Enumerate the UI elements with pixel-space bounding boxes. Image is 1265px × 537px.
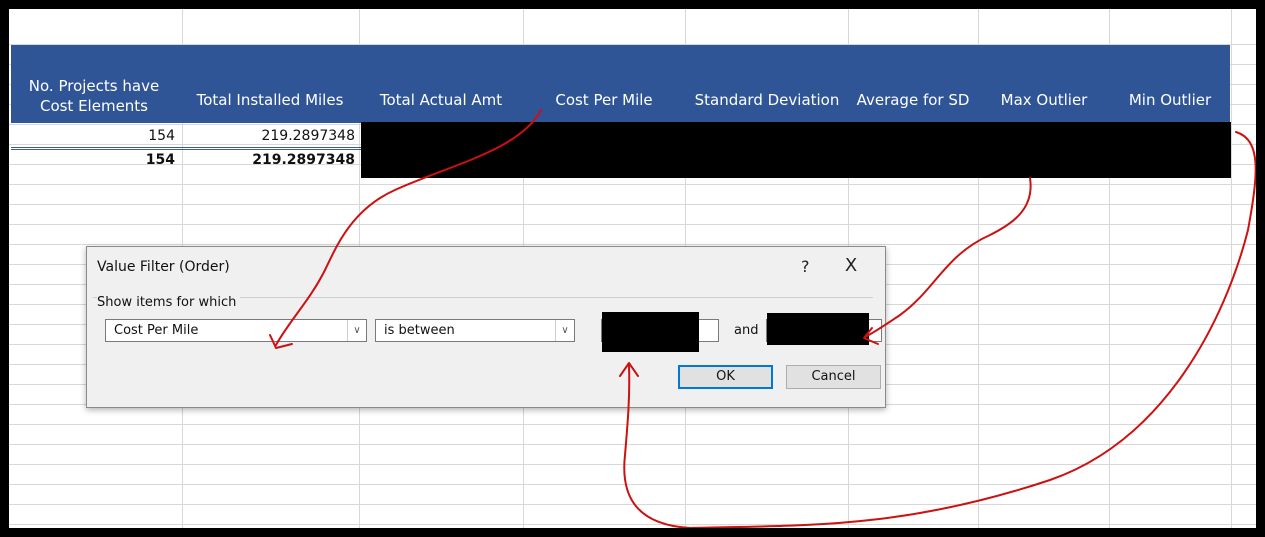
header-total-installed-miles[interactable]: Total Installed Miles	[185, 90, 355, 110]
and-label: and	[734, 323, 759, 338]
header-cost-per-mile[interactable]: Cost Per Mile	[526, 90, 682, 110]
row1-projects[interactable]: 154	[69, 128, 175, 144]
redacted-max-value	[767, 313, 869, 345]
dialog-title: Value Filter (Order)	[97, 259, 230, 275]
operator-select-value: is between	[384, 323, 455, 338]
row1-miles[interactable]: 219.2897348	[187, 128, 355, 144]
field-select[interactable]: Cost Per Mile ∨	[105, 319, 367, 342]
help-icon[interactable]: ?	[801, 257, 810, 276]
redacted-min-value	[602, 312, 699, 352]
chevron-down-icon[interactable]: ∨	[555, 320, 574, 341]
header-row	[11, 45, 1230, 123]
field-select-value: Cost Per Mile	[114, 323, 199, 338]
header-min-outlier[interactable]: Min Outlier	[1110, 90, 1230, 110]
operator-select[interactable]: is between ∨	[375, 319, 575, 342]
cancel-button[interactable]: Cancel	[786, 365, 881, 389]
value-filter-dialog: Value Filter (Order) ? X Show items for …	[86, 246, 886, 408]
redacted-values-block	[361, 122, 1231, 178]
header-standard-deviation[interactable]: Standard Deviation	[686, 90, 848, 110]
close-icon[interactable]: X	[839, 255, 863, 277]
ok-button[interactable]: OK	[678, 365, 773, 389]
header-total-actual-amt[interactable]: Total Actual Amt	[362, 90, 520, 110]
header-average-for-sd[interactable]: Average for SD	[847, 90, 979, 110]
show-items-label: Show items for which	[97, 295, 241, 310]
header-projects[interactable]: No. Projects have Cost Elements	[15, 76, 173, 116]
total-projects[interactable]: 154	[69, 152, 175, 168]
chevron-down-icon[interactable]: ∨	[347, 320, 366, 341]
total-miles[interactable]: 219.2897348	[187, 152, 355, 168]
header-max-outlier[interactable]: Max Outlier	[979, 90, 1109, 110]
